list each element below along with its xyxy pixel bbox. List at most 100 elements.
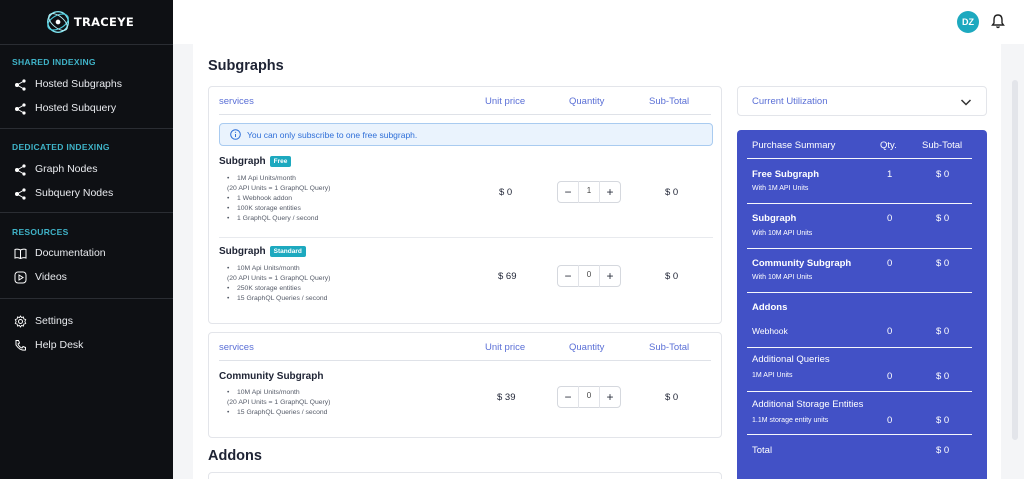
summary-addon-title: Additional Queries [752,354,830,365]
sidebar-divider [0,128,173,129]
increment-button[interactable]: + [600,269,620,283]
graph-icon [15,163,26,176]
feature-item: 1M Api Units/month [227,174,330,184]
plan-badge-standard: Standard [269,246,306,257]
summary-row-sub: With 1M API Units [752,185,809,192]
quantity-value[interactable]: 0 [578,265,600,287]
feature-item: 1 Webhook addon [227,194,330,204]
sidebar-item-help-desk[interactable]: Help Desk [14,337,83,353]
sidebar-item-label: Graph Nodes [35,163,98,175]
section-shared-indexing: SHARED INDEXING [12,57,96,67]
feature-item: 15 GraphQL Queries / second [227,294,330,304]
brand-logo[interactable]: TRACEYE [44,4,134,40]
summary-addon-amount: $ 0 [936,326,950,337]
sidebar-divider [0,212,173,213]
subgraph-plans-card: services Unit price Quantity Sub-Total Y… [208,86,722,324]
summary-subtotal-header: Sub-Total [922,140,963,151]
summary-total-label: Total [752,445,773,456]
sidebar-divider [0,298,173,299]
graph-icon [15,187,26,200]
purchase-summary: Purchase Summary Qty. Sub-Total Free Sub… [737,130,987,479]
info-icon [230,129,241,140]
summary-addon-qty: 0 [887,415,893,426]
plan-standard: Subgraph Standard [219,246,306,257]
sidebar-item-settings[interactable]: Settings [14,313,73,329]
feature-item: 10M Api Units/month [227,264,330,274]
summary-row-qty: 0 [887,213,893,224]
chevron-down-icon [960,99,972,106]
summary-qty-header: Qty. [880,140,897,151]
quantity-stepper[interactable]: − 1 + [557,181,621,203]
scrollbar-thumb[interactable] [1012,80,1018,440]
sidebar-item-subquery-nodes[interactable]: Subquery Nodes [14,185,113,201]
phone-icon [15,339,26,351]
community-plan-card: services Unit price Quantity Sub-Total C… [208,332,722,438]
header-unit-price: Unit price [485,96,526,107]
sidebar-item-videos[interactable]: Videos [14,269,67,285]
sidebar-divider [0,44,173,45]
header-subtotal: Sub-Total [649,96,690,107]
feature-item: 100K storage entities [227,204,330,214]
summary-addons-title: Addons [752,302,788,313]
summary-row-amount: $ 0 [936,258,950,269]
summary-divider [747,434,972,435]
addons-title: Addons [208,448,262,464]
traceye-logo-icon [47,11,70,33]
increment-button[interactable]: + [600,185,620,199]
graph-icon [15,78,26,91]
quantity-stepper[interactable]: − 0 + [557,386,621,408]
summary-row-sub: With 10M API Units [752,274,813,281]
summary-addon-amount: $ 0 [936,415,950,426]
sidebar-item-label: Hosted Subquery [35,102,117,114]
summary-header: Purchase Summary Qty. Sub-Total [737,130,987,160]
summary-addon-qty: 0 [887,371,893,382]
user-avatar[interactable]: DZ [957,11,979,33]
section-resources: RESOURCES [12,227,69,237]
plan-name: Subgraph [219,246,266,257]
plan-price: $ 0 [499,187,513,198]
summary-addon-qty: 0 [887,326,893,337]
quantity-value[interactable]: 0 [578,386,600,408]
feature-item: (20 API Units = 1 GraphQL Query) [227,275,331,282]
quantity-value[interactable]: 1 [578,181,600,203]
bell-icon[interactable] [991,13,1005,29]
plan-features: 1M Api Units/month (20 API Units = 1 Gra… [227,174,330,224]
summary-addon-sub: 1.1M storage entity units [752,417,829,424]
plan-subtotal: $ 0 [665,187,679,198]
plan-name: Community Subgraph [219,371,324,382]
summary-row-qty: 1 [887,169,893,180]
summary-divider [747,292,972,293]
feature-item: 250K storage entities [227,284,330,294]
summary-row-title: Subgraph [752,213,797,224]
info-banner: You can only subscribe to one free subgr… [219,123,713,146]
sidebar-item-label: Subquery Nodes [35,187,114,199]
table-header: services Unit price Quantity Sub-Total [219,89,711,115]
summary-row-title: Community Subgraph [752,258,852,269]
decrement-button[interactable]: − [558,390,578,404]
decrement-button[interactable]: − [558,269,578,283]
header-subtotal: Sub-Total [649,342,690,353]
plan-subtotal: $ 0 [665,392,679,403]
utilization-label: Current Utilization [752,96,828,107]
sidebar-item-hosted-subquery[interactable]: Hosted Subquery [14,100,116,116]
sidebar-item-graph-nodes[interactable]: Graph Nodes [14,161,97,177]
top-bar [173,0,1024,44]
decrement-button[interactable]: − [558,185,578,199]
header-quantity: Quantity [569,96,605,107]
brand-name: TRACEYE [73,15,134,29]
summary-divider [747,248,972,249]
plan-price: $ 39 [497,392,516,403]
summary-divider [747,347,972,348]
summary-addon-sub: 1M API Units [752,372,793,379]
sidebar-item-documentation[interactable]: Documentation [14,245,106,261]
quantity-stepper[interactable]: − 0 + [557,265,621,287]
sidebar-item-hosted-subgraphs[interactable]: Hosted Subgraphs [14,76,122,92]
info-message: You can only subscribe to one free subgr… [247,129,418,140]
sidebar: TRACEYE SHARED INDEXING Hosted Subgraphs… [0,0,173,479]
sidebar-item-label: Hosted Subgraphs [35,78,122,90]
increment-button[interactable]: + [600,390,620,404]
current-utilization-dropdown[interactable]: Current Utilization [737,86,987,116]
plan-subtotal: $ 0 [665,271,679,282]
sidebar-item-label: Documentation [35,247,106,259]
summary-addon-title: Webhook [752,326,788,336]
